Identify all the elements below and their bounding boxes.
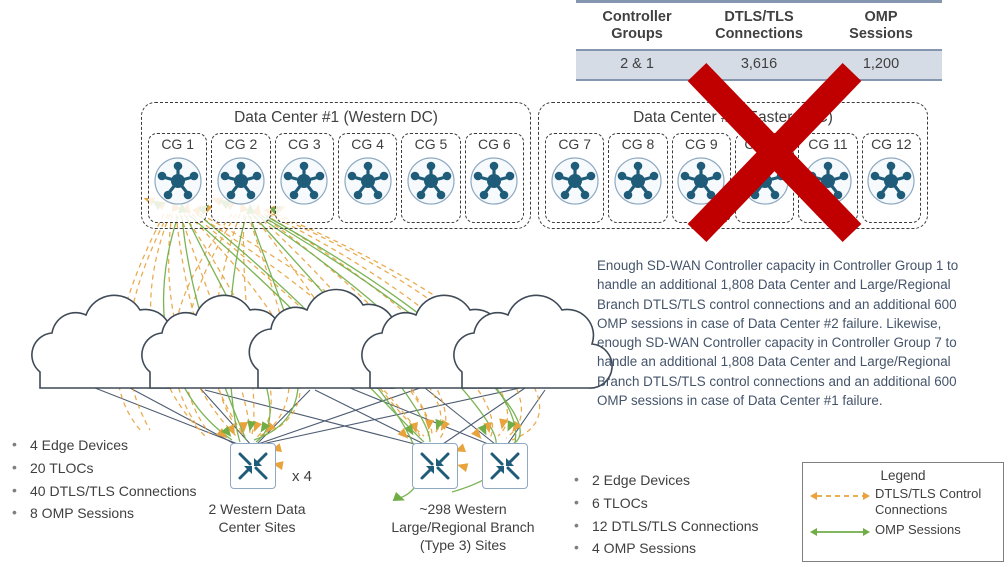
controller-cluster-icon — [739, 155, 791, 212]
dtls-line-swatch-icon — [809, 486, 875, 507]
controller-group-cg6[interactable]: CG 6 — [464, 133, 524, 223]
controller-cluster-icon — [405, 155, 457, 212]
cg-label: CG 6 — [477, 136, 511, 152]
cg-label: CG 2 — [224, 136, 258, 152]
cg-label: CG 4 — [351, 136, 384, 152]
controller-group-cg9[interactable]: CG 9 — [671, 133, 731, 223]
controller-group-cg7[interactable]: CG 7 — [545, 133, 605, 223]
cg-label: CG 5 — [414, 136, 448, 152]
controller-cluster-icon — [865, 155, 917, 212]
cg-label: CG 3 — [287, 136, 321, 152]
controller-group-cg10[interactable]: CG 10 — [734, 133, 795, 223]
data-center-2-title: Data Center #2 (Eastern DC) — [633, 109, 833, 126]
value-dtls-connections: 3,616 — [740, 56, 778, 73]
cg-label: CG 12 — [871, 136, 912, 152]
summary-table: Controller Groups DTLS/TLS Connections O… — [576, 0, 942, 82]
cg-label: CG 10 — [744, 136, 785, 152]
controller-group-cg1[interactable]: CG 1 — [148, 133, 208, 223]
header-controller-groups: Controller Groups — [602, 9, 672, 43]
branch-site-stats-list: 2 Edge Devices 6 TLOCs 12 DTLS/TLS Conne… — [566, 471, 796, 563]
dc-site-multiplier-label: x 4 — [292, 468, 313, 485]
controller-group-cg2[interactable]: CG 2 — [211, 133, 271, 223]
controller-cluster-icon — [152, 155, 204, 212]
list-item: 12 DTLS/TLS Connections — [566, 517, 796, 535]
omp-line-swatch-icon — [809, 522, 875, 543]
cg-label: CG 7 — [558, 136, 591, 152]
header-dtls-connections: DTLS/TLS Connections — [715, 9, 803, 43]
list-item: 4 OMP Sessions — [566, 539, 796, 557]
controller-cluster-icon — [342, 155, 394, 212]
header-omp-sessions: OMP Sessions — [849, 9, 913, 43]
list-item: 20 TLOCs — [4, 459, 232, 477]
data-center-1: Data Center #1 (Western DC) CG 1 CG 2 CG… — [141, 102, 531, 229]
table-bottom-rule — [576, 79, 942, 82]
list-item: 4 Edge Devices — [4, 436, 232, 454]
controller-cluster-icon — [215, 155, 267, 212]
value-omp-sessions: 1,200 — [862, 56, 900, 73]
controller-group-cg12[interactable]: CG 12 — [861, 133, 921, 223]
list-item: 40 DTLS/TLS Connections — [4, 482, 232, 500]
legend-label-omp: OMP Sessions — [875, 521, 961, 537]
controller-group-cg11[interactable]: CG 11 — [798, 133, 858, 223]
legend-label-dtls: DTLS/TLS Control Connections — [875, 486, 982, 518]
table-header-row: Controller Groups DTLS/TLS Connections O… — [576, 3, 942, 50]
legend-title: Legend — [880, 468, 926, 483]
controller-cluster-icon — [675, 155, 727, 212]
legend-item-omp: OMP Sessions — [803, 522, 1003, 543]
branch-sites-caption: ~298 Western Large/Regional Branch (Type… — [391, 501, 535, 554]
controller-group-cg8[interactable]: CG 8 — [608, 133, 668, 223]
list-item: 6 TLOCs — [566, 494, 796, 512]
table-value-row: 2 & 1 3,616 1,200 — [576, 51, 942, 80]
edge-router-branch-site-1[interactable] — [412, 443, 458, 489]
cg-label: CG 9 — [684, 136, 718, 152]
controller-group-cg3[interactable]: CG 3 — [274, 133, 334, 223]
legend: Legend DTLS/TLS Control Connections OMP … — [802, 462, 1004, 562]
controller-cluster-icon — [802, 155, 854, 212]
controller-groups-row-dc1: CG 1 CG 2 CG 3 CG 4 CG 5 CG 6 — [148, 133, 524, 223]
controller-cluster-icon — [468, 155, 520, 212]
controller-cluster-icon — [612, 155, 664, 212]
controller-group-cg5[interactable]: CG 5 — [401, 133, 461, 223]
controller-group-cg4[interactable]: CG 4 — [337, 133, 398, 223]
legend-item-dtls: DTLS/TLS Control Connections — [803, 486, 1003, 519]
dc-sites-caption: 2 Western Data Center Sites — [208, 501, 306, 536]
edge-router-branch-site-2[interactable] — [482, 443, 528, 489]
cg-label: CG 1 — [161, 136, 194, 152]
capacity-description: Enough SD-WAN Controller capacity in Con… — [597, 258, 959, 409]
edge-router-dc-site[interactable] — [230, 443, 276, 489]
cg-label: CG 8 — [621, 136, 655, 152]
list-item: 2 Edge Devices — [566, 471, 796, 489]
controller-groups-row-dc2: CG 7 CG 8 CG 9 CG 10 CG 11 CG 12 — [545, 133, 921, 223]
data-center-1-title: Data Center #1 (Western DC) — [234, 109, 438, 126]
data-center-2: Data Center #2 (Eastern DC) CG 7 CG 8 CG… — [538, 102, 928, 229]
value-controller-groups: 2 & 1 — [620, 56, 654, 73]
cg-label: CG 11 — [808, 136, 848, 152]
controller-cluster-icon — [549, 155, 601, 212]
controller-cluster-icon — [278, 155, 330, 212]
